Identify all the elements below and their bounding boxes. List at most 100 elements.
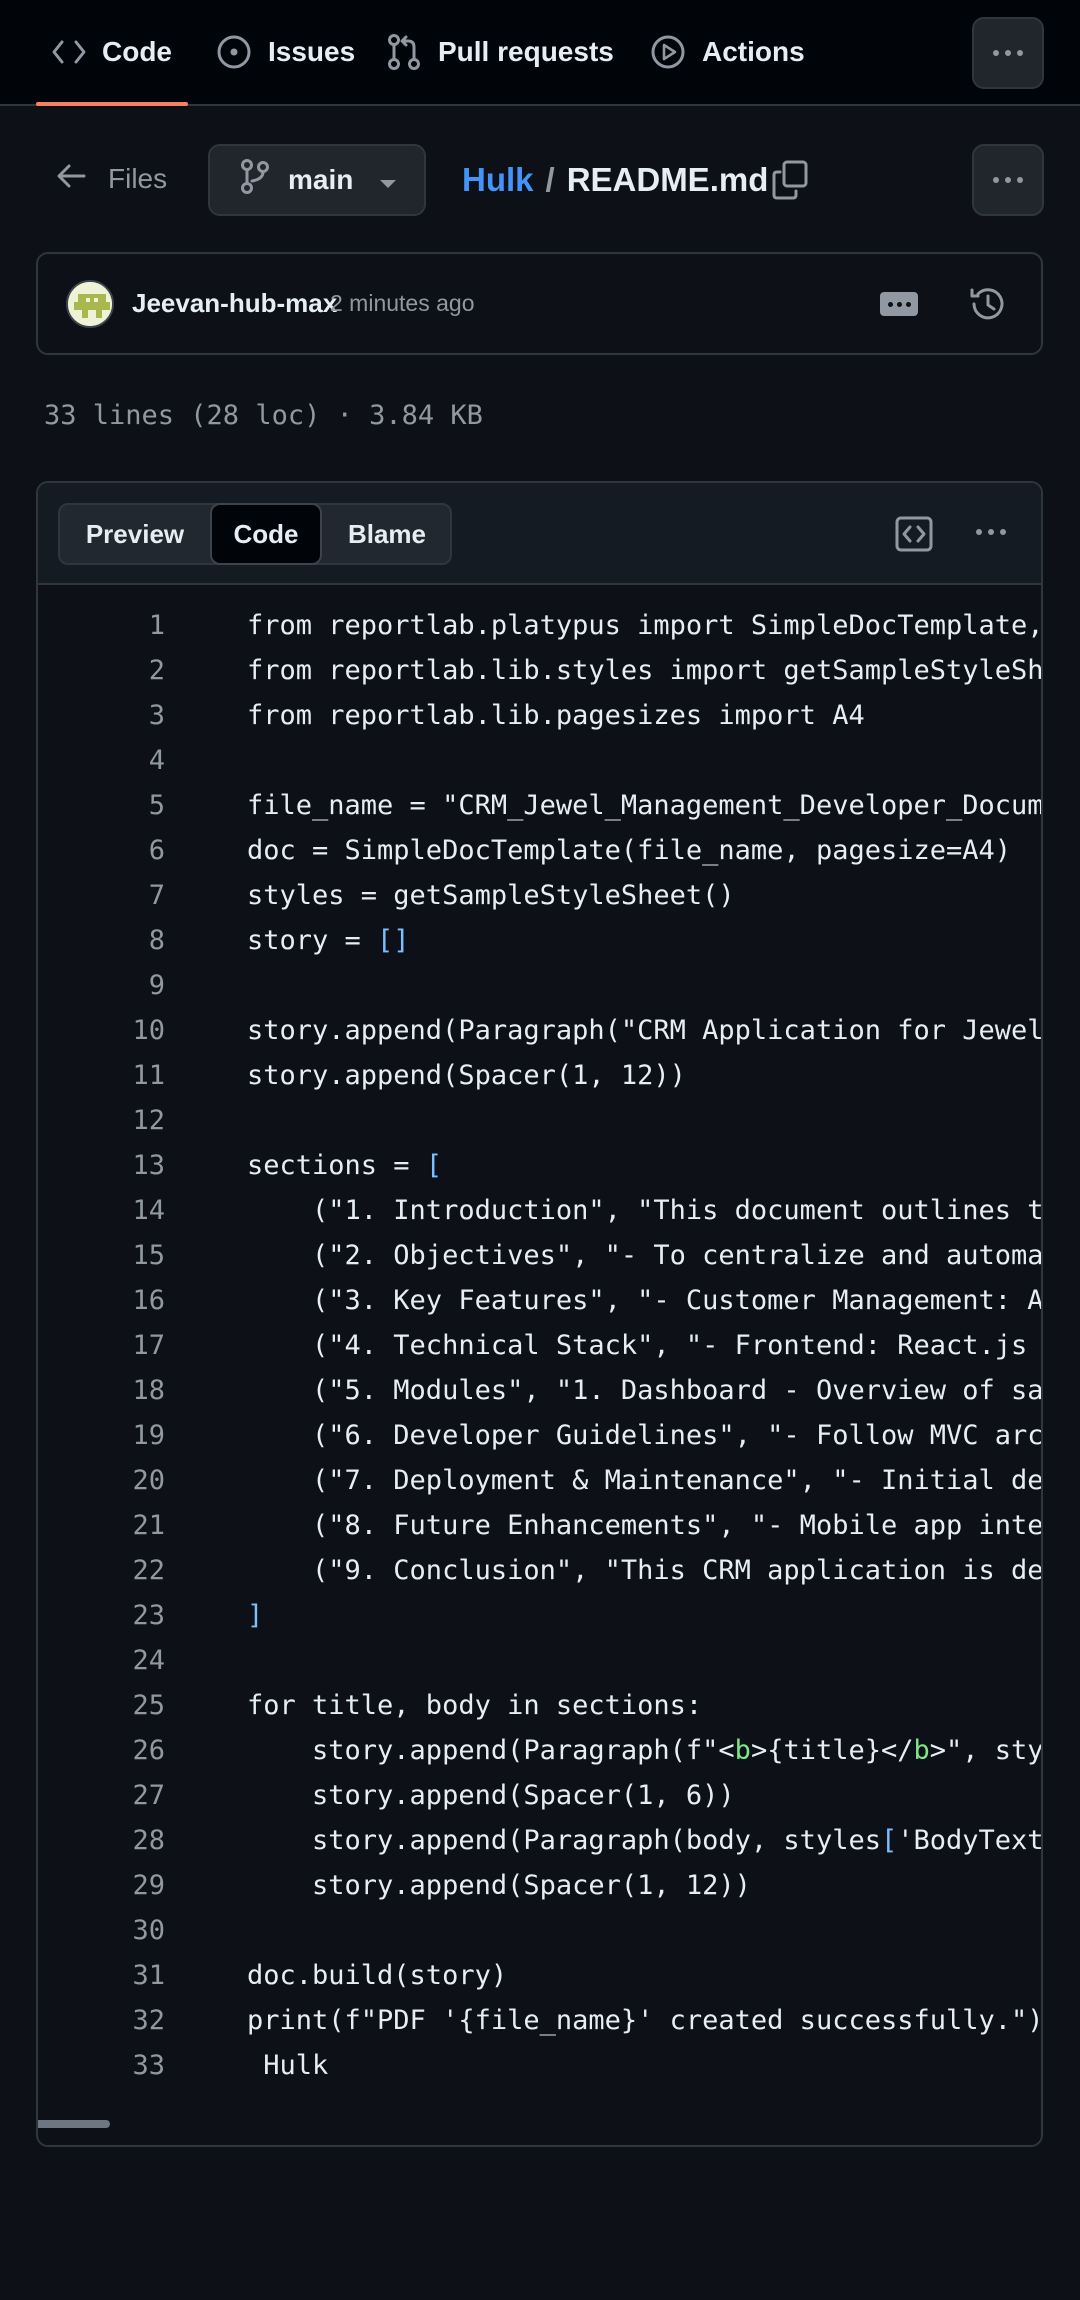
code-line: 28 story.append(Paragraph(body, styles['… (38, 1818, 1041, 1863)
code-text: story = [] (247, 925, 410, 956)
line-number[interactable]: 30 (38, 1908, 165, 1953)
code-line: 14 ("1. Introduction", "This document ou… (38, 1188, 1041, 1233)
code-text: sections = [ (247, 1150, 443, 1181)
code-text: ("3. Key Features", "- Customer Manageme… (247, 1285, 1043, 1316)
code-line: 21 ("8. Future Enhancements", "- Mobile … (38, 1503, 1041, 1548)
code-text: Hulk (247, 2050, 329, 2081)
line-number[interactable]: 23 (38, 1593, 165, 1638)
arrow-left-icon (56, 163, 86, 196)
code-text: ("9. Conclusion", "This CRM application … (247, 1555, 1043, 1586)
line-number[interactable]: 27 (38, 1773, 165, 1818)
copy-path-button[interactable] (770, 159, 810, 206)
line-number[interactable]: 11 (38, 1053, 165, 1098)
line-number[interactable]: 7 (38, 873, 165, 918)
tab-issues[interactable]: Issues (216, 0, 355, 104)
line-number[interactable]: 5 (38, 783, 165, 828)
line-number[interactable]: 9 (38, 963, 165, 1008)
code-line: 30 (38, 1908, 1041, 1953)
code-line: 32 print(f"PDF '{file_name}' created succ… (38, 1998, 1041, 2043)
issue-opened-icon (216, 34, 252, 70)
line-number[interactable]: 3 (38, 693, 165, 738)
code-line: 23] (38, 1593, 1041, 1638)
avatar[interactable] (66, 280, 114, 328)
line-number[interactable]: 15 (38, 1233, 165, 1278)
code-line: 4 (38, 738, 1041, 783)
horizontal-scrollbar[interactable] (38, 2120, 110, 2128)
line-number[interactable]: 18 (38, 1368, 165, 1413)
code-line: 22 ("9. Conclusion", "This CRM applicati… (38, 1548, 1041, 1593)
code-text: story.append(Spacer(1, 6)) (247, 1780, 735, 1811)
code-text: from reportlab.lib.pagesizes import A4 (247, 700, 865, 731)
tab-code[interactable]: Code (36, 0, 188, 106)
code-more-button[interactable] (976, 529, 1006, 535)
code-text: story.append(Paragraph("CRM Application … (247, 1015, 1043, 1046)
code-text: ("1. Introduction", "This document outli… (247, 1195, 1043, 1226)
line-number[interactable]: 12 (38, 1098, 165, 1143)
triangle-down-icon (379, 164, 397, 196)
file-more-button[interactable] (972, 144, 1044, 216)
breadcrumb-repo-link[interactable]: Hulk (462, 161, 534, 199)
line-number[interactable]: 10 (38, 1008, 165, 1053)
line-number[interactable]: 14 (38, 1188, 165, 1233)
code-line: 25 for title, body in sections: (38, 1683, 1041, 1728)
code-line: 10 story.append(Paragraph("CRM Applicatio… (38, 1008, 1041, 1053)
tab-preview[interactable]: Preview (60, 505, 210, 563)
code-lines: 1 from reportlab.platypus import SimpleDo… (38, 603, 1041, 2088)
code-icon (52, 39, 86, 65)
code-line: 11 story.append(Spacer(1, 12)) (38, 1053, 1041, 1098)
line-number[interactable]: 13 (38, 1143, 165, 1188)
line-number[interactable]: 16 (38, 1278, 165, 1323)
line-number[interactable]: 25 (38, 1683, 165, 1728)
line-number[interactable]: 22 (38, 1548, 165, 1593)
line-number[interactable]: 21 (38, 1503, 165, 1548)
code-square-button[interactable] (894, 515, 934, 558)
git-pull-request-icon (386, 33, 422, 71)
line-number[interactable]: 32 (38, 1998, 165, 2043)
line-number[interactable]: 26 (38, 1728, 165, 1773)
commit-author-link[interactable]: Jeevan-hub-max (132, 288, 337, 319)
line-number[interactable]: 1 (38, 603, 165, 648)
code-line: 27 story.append(Spacer(1, 6)) (38, 1773, 1041, 1818)
history-icon (968, 288, 1008, 328)
tab-blame[interactable]: Blame (322, 505, 452, 563)
nav-more-button[interactable] (972, 17, 1044, 89)
code-line: 19 ("6. Developer Guidelines", "- Follow… (38, 1413, 1041, 1458)
history-button[interactable] (968, 284, 1008, 329)
line-number[interactable]: 6 (38, 828, 165, 873)
line-number[interactable]: 24 (38, 1638, 165, 1683)
code-text: story.append(Paragraph(body, styles['Bod… (247, 1825, 1043, 1856)
file-size-info: 33 lines (28 loc) · 3.84 KB (44, 400, 483, 431)
breadcrumb-file-name: README.md (566, 161, 769, 198)
code-text: ("4. Technical Stack", "- Frontend: Reac… (247, 1330, 1043, 1361)
commit-time: 2 minutes ago (330, 290, 475, 316)
kebab-horizontal-icon (993, 50, 1023, 56)
line-number[interactable]: 29 (38, 1863, 165, 1908)
line-number[interactable]: 28 (38, 1818, 165, 1863)
branch-name: main (288, 164, 354, 195)
code-line: 3 from reportlab.lib.pagesizes import A4 (38, 693, 1041, 738)
line-number[interactable]: 4 (38, 738, 165, 783)
line-number[interactable]: 17 (38, 1323, 165, 1368)
line-number[interactable]: 33 (38, 2043, 165, 2088)
code-line: 24 (38, 1638, 1041, 1683)
tab-pull-requests[interactable]: Pull requests (386, 0, 614, 104)
branch-selector-button[interactable]: main (208, 144, 426, 216)
code-line: 29 story.append(Spacer(1, 12)) (38, 1863, 1041, 1908)
line-number[interactable]: 19 (38, 1413, 165, 1458)
code-text: ] (247, 1600, 264, 1631)
tab-actions[interactable]: Actions (650, 0, 805, 104)
files-label: Files (108, 163, 168, 194)
tab-code-view[interactable]: Code (210, 503, 322, 565)
code-text: story.append(Paragraph(f"<b>{title}</b>"… (247, 1735, 1043, 1766)
code-text: ("6. Developer Guidelines", "- Follow MV… (247, 1420, 1043, 1451)
line-number[interactable]: 20 (38, 1458, 165, 1503)
line-number[interactable]: 31 (38, 1953, 165, 1998)
code-line: 16 ("3. Key Features", "- Customer Manag… (38, 1278, 1041, 1323)
latest-commit-box: Jeevan-hub-max 2 minutes ago (36, 252, 1043, 355)
code-text: styles = getSampleStyleSheet() (247, 880, 735, 911)
line-number[interactable]: 2 (38, 648, 165, 693)
files-back-link[interactable]: Files (56, 148, 167, 210)
line-number[interactable]: 8 (38, 918, 165, 963)
tab-issues-label: Issues (268, 36, 356, 67)
commit-message-toggle[interactable] (880, 292, 918, 316)
